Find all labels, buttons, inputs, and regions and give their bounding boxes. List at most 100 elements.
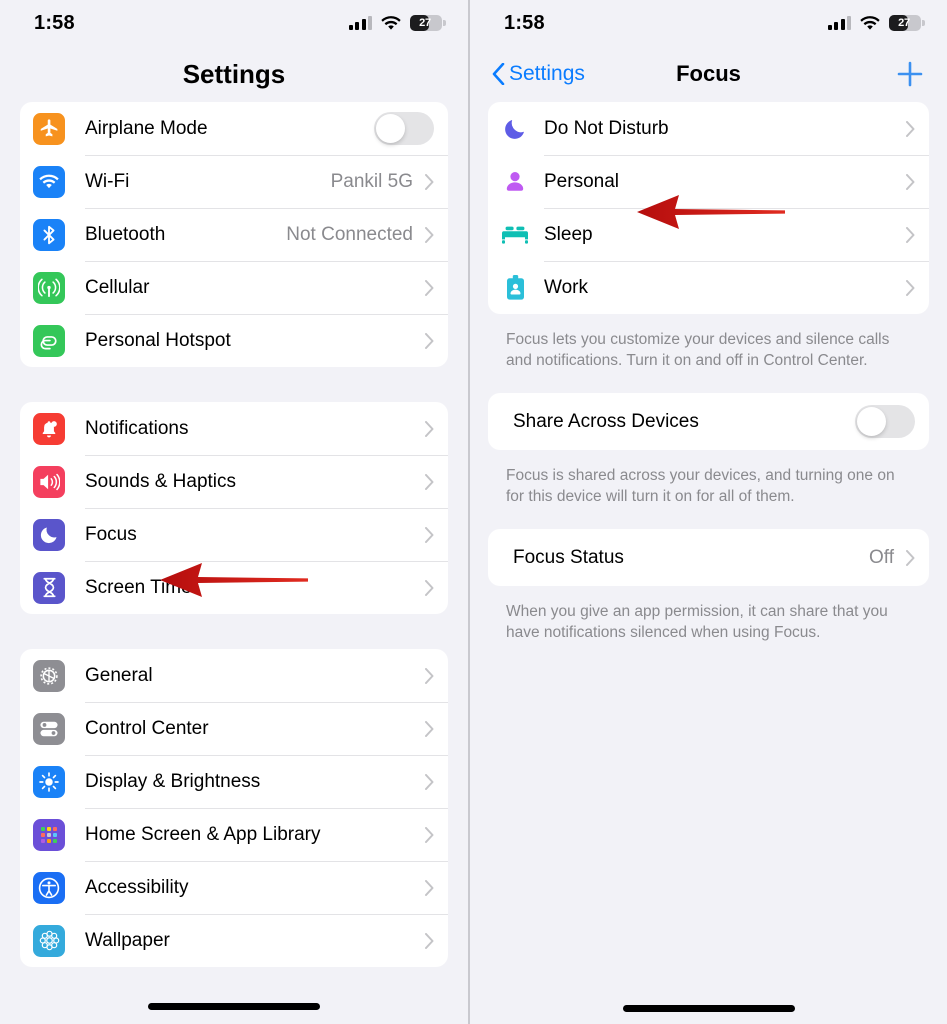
focus-item-do-not-disturb[interactable]: Do Not Disturb [488,102,929,155]
sidebar-item-label: General [85,664,153,686]
sidebar-item-control-center[interactable]: Control Center [20,702,448,755]
battery-icon: 27 [410,15,446,31]
settings-group-system: General Control Center Display & Brightn… [20,649,448,967]
hourglass-icon [33,571,65,604]
moon-icon [501,117,529,141]
settings-scroll-area[interactable]: Airplane Mode Wi-Fi Pankil 5G Bluetooth … [0,102,468,967]
chevron-right-icon [425,332,434,349]
speaker-icon [33,465,65,498]
focus-item-label: Personal [544,170,619,192]
bed-icon [501,225,529,245]
sidebar-item-bluetooth[interactable]: Bluetooth Not Connected [20,208,448,261]
chevron-right-icon [425,879,434,896]
share-footnote: Focus is shared across your devices, and… [506,467,895,505]
plus-icon [897,61,923,87]
focus-item-work[interactable]: Work [488,261,929,314]
focus-footnote: Focus lets you customize your devices an… [506,331,890,369]
sidebar-item-wifi[interactable]: Wi-Fi Pankil 5G [20,155,448,208]
chevron-right-icon [906,226,915,243]
sidebar-item-display-brightness[interactable]: Display & Brightness [20,755,448,808]
battery-percent-label: 27 [898,17,910,29]
sidebar-item-label: Wi-Fi [85,170,130,192]
settings-group-notifications: Notifications Sounds & Haptics Focus Scr… [20,402,448,614]
chevron-right-icon [425,826,434,843]
sidebar-item-cellular[interactable]: Cellular [20,261,448,314]
chevron-right-icon [425,667,434,684]
sidebar-item-focus[interactable]: Focus [20,508,448,561]
battery-percent-label: 27 [419,17,431,29]
left-phone-settings-screen: 1:58 27 Settings Airplane Mode Wi-Fi Pan… [0,0,470,1024]
sidebar-item-personal-hotspot[interactable]: Personal Hotspot [20,314,448,367]
focus-navbar: Settings Focus [470,46,947,102]
sidebar-item-screen-time[interactable]: Screen Time [20,561,448,614]
notification-bell-icon [33,412,65,445]
chevron-right-icon [425,773,434,790]
settings-navbar: Settings [0,46,468,102]
share-across-devices-row[interactable]: Share Across Devices [488,393,929,450]
back-button[interactable]: Settings [492,62,585,86]
sidebar-item-sounds-haptics[interactable]: Sounds & Haptics [20,455,448,508]
back-button-label: Settings [509,62,585,85]
focus-scroll-area[interactable]: Do Not Disturb Personal Sleep Work Focus… [470,102,947,666]
share-across-devices-toggle[interactable] [855,405,915,439]
sidebar-item-accessibility[interactable]: Accessibility [20,861,448,914]
home-indicator [622,1005,795,1012]
focus-item-label: Do Not Disturb [544,117,669,139]
person-icon [501,170,529,193]
focus-item-personal[interactable]: Personal [488,155,929,208]
sidebar-item-label: Home Screen & App Library [85,823,321,845]
chevron-right-icon [425,526,434,543]
right-phone-focus-screen: 1:58 27 Settings Focus Do Not Disturb Pe… [470,0,947,1024]
bluetooth-status-value: Not Connected [286,223,413,245]
accessibility-icon [33,871,65,904]
cellular-signal-icon [827,16,851,30]
moon-icon [33,518,65,551]
hotspot-link-icon [33,324,65,357]
chevron-right-icon [425,420,434,437]
airplane-icon [33,112,65,145]
focus-item-label: Work [544,276,588,298]
status-bar-indicators: 27 [827,15,925,31]
airplane-mode-toggle[interactable] [374,112,434,145]
sidebar-item-label: Notifications [85,417,189,439]
sidebar-item-wallpaper[interactable]: Wallpaper [20,914,448,967]
chevron-right-icon [906,279,915,296]
id-card-icon [501,275,529,300]
settings-group-connectivity: Airplane Mode Wi-Fi Pankil 5G Bluetooth … [20,102,448,367]
sidebar-item-label: Control Center [85,717,209,739]
focus-status-row[interactable]: Focus Status Off [488,529,929,586]
focus-item-label: Sleep [544,223,593,245]
chevron-right-icon [906,549,915,566]
status-bar-indicators: 27 [348,15,446,31]
status-bar-time: 1:58 [504,11,545,34]
sidebar-item-home-screen-app-library[interactable]: Home Screen & App Library [20,808,448,861]
sidebar-item-label: Sounds & Haptics [85,470,237,492]
share-across-devices-label: Share Across Devices [513,410,699,432]
focus-item-sleep[interactable]: Sleep [488,208,929,261]
add-focus-button[interactable] [895,59,925,89]
chevron-right-icon [425,226,434,243]
status-bar-left: 1:58 27 [0,0,468,46]
sidebar-item-notifications[interactable]: Notifications [20,402,448,455]
gear-icon [33,659,65,692]
sidebar-item-airplane-mode[interactable]: Airplane Mode [20,102,448,155]
wallpaper-flower-icon [33,924,65,957]
focus-status-value: Off [869,546,894,568]
sidebar-item-general[interactable]: General [20,649,448,702]
wifi-network-value: Pankil 5G [330,170,413,192]
chevron-right-icon [425,173,434,190]
chevron-right-icon [425,579,434,596]
app-grid-icon [33,818,65,851]
sidebar-item-label: Accessibility [85,876,189,898]
focus-status-label: Focus Status [513,546,624,568]
chevron-right-icon [425,279,434,296]
chevron-right-icon [425,932,434,949]
wifi-icon [33,165,65,198]
chevron-left-icon [492,63,505,85]
dual-screenshot-container: 1:58 27 Settings Airplane Mode Wi-Fi Pan… [0,0,947,1024]
cellular-antenna-icon [33,271,65,304]
status-bar-right: 1:58 27 [470,0,947,46]
bluetooth-icon [33,218,65,251]
chevron-right-icon [906,120,915,137]
sidebar-item-label: Bluetooth [85,223,166,245]
